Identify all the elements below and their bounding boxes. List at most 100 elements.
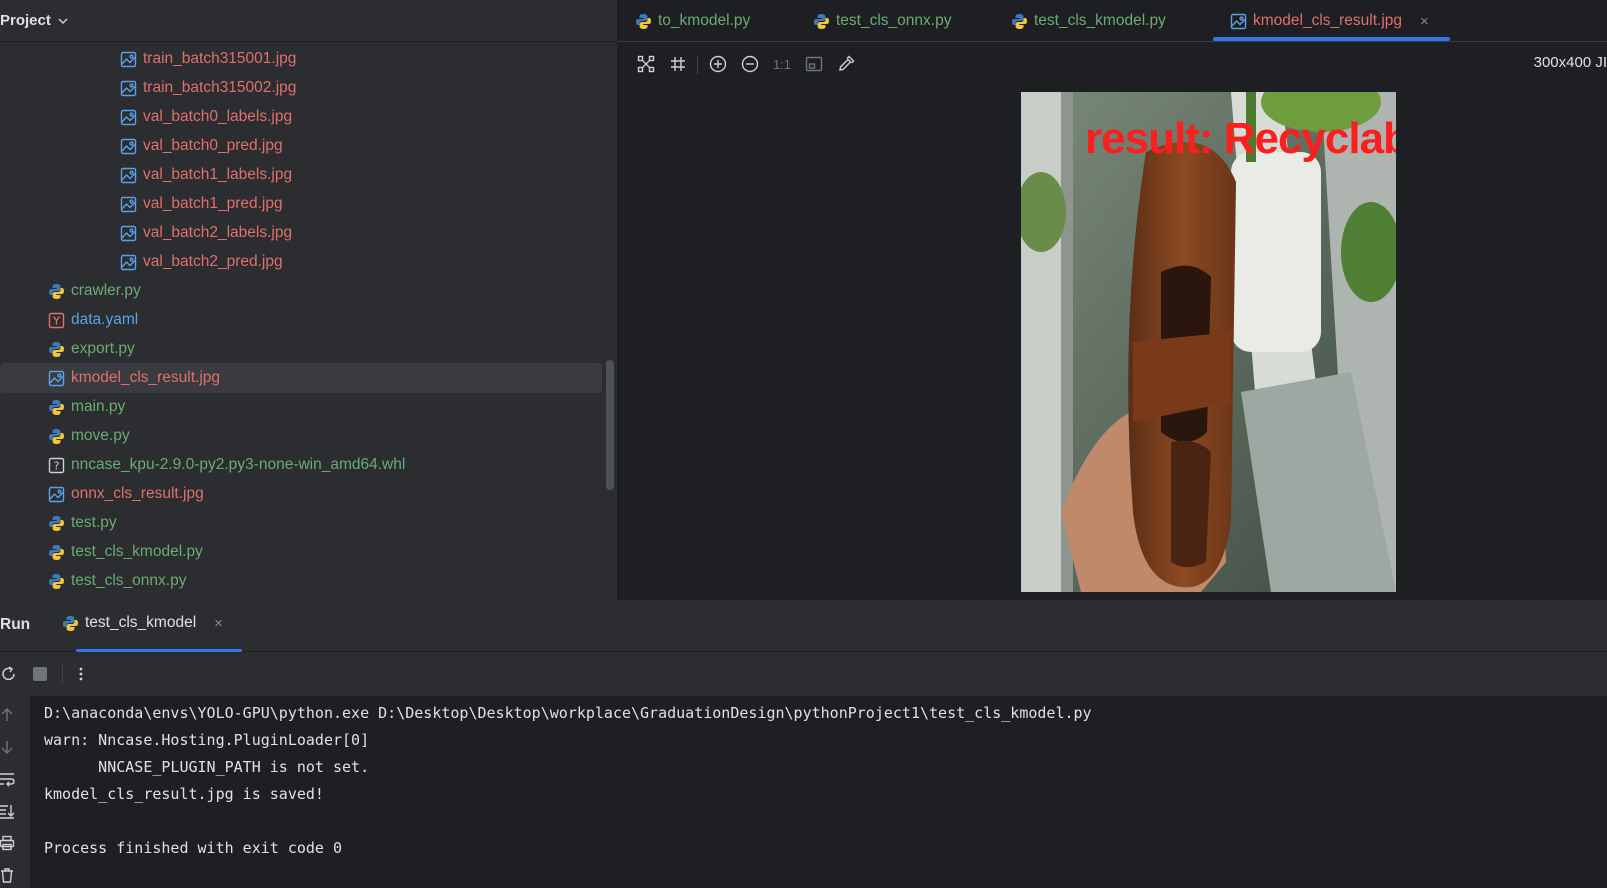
tree-item-data-yaml[interactable]: data.yaml: [0, 305, 602, 335]
image-icon: [120, 138, 137, 155]
stop-icon[interactable]: [29, 663, 51, 685]
close-icon[interactable]: ×: [214, 615, 223, 632]
actual-size-button[interactable]: 1:1: [771, 53, 793, 75]
chevron-down-icon[interactable]: [57, 15, 69, 27]
project-scrollbar[interactable]: [606, 360, 614, 490]
svg-text:?: ?: [54, 459, 60, 472]
run-panel: Run test_cls_kmodel × D:\anaconda\envs\Y…: [0, 600, 1607, 888]
image-icon: [48, 370, 65, 387]
editor-tab-bar: to_kmodel.py test_cls_onnx.py test_cls_k…: [617, 0, 1607, 42]
python-icon: [48, 573, 65, 590]
fit-window-icon[interactable]: [803, 53, 825, 75]
tree-item-val-batch2-labels[interactable]: val_batch2_labels.jpg: [0, 218, 602, 248]
tree-item-kmodel-cls-result[interactable]: kmodel_cls_result.jpg: [0, 363, 602, 393]
console-line: kmodel_cls_result.jpg is saved!: [44, 785, 324, 803]
tree-item-label: val_batch2_pred.jpg: [143, 253, 283, 270]
tree-item-train-batch315002[interactable]: train_batch315002.jpg: [0, 73, 602, 103]
tree-item-val-batch1-pred[interactable]: val_batch1_pred.jpg: [0, 189, 602, 219]
tab-test-cls-kmodel[interactable]: test_cls_kmodel.py: [1011, 0, 1166, 42]
tree-item-export[interactable]: export.py: [0, 334, 602, 364]
tab-label: test_cls_kmodel.py: [1034, 12, 1166, 29]
tree-item-val-batch0-pred[interactable]: val_batch0_pred.jpg: [0, 131, 602, 161]
tree-item-main[interactable]: main.py: [0, 392, 602, 422]
tab-to-kmodel[interactable]: to_kmodel.py: [635, 0, 750, 42]
console-line: NNCASE_PLUGIN_PATH is not set.: [44, 758, 370, 776]
python-icon: [48, 341, 65, 358]
tree-item-test-cls-kmodel[interactable]: test_cls_kmodel.py: [0, 537, 602, 567]
image-icon: [120, 51, 137, 68]
run-tab-label: test_cls_kmodel: [85, 614, 197, 631]
tree-item-label: test.py: [71, 514, 117, 531]
tree-item-label: val_batch0_labels.jpg: [143, 108, 293, 125]
tab-label: to_kmodel.py: [658, 12, 751, 29]
image-preview: result: Recyclab: [1021, 92, 1396, 592]
tree-item-label: train_batch315001.jpg: [143, 50, 297, 67]
tree-item-label: val_batch1_labels.jpg: [143, 166, 293, 183]
yaml-icon: [48, 312, 65, 329]
tree-item-nncase-whl[interactable]: ? nncase_kpu-2.9.0-py2.py3-none-win_amd64…: [0, 450, 602, 480]
image-icon: [120, 109, 137, 126]
python-icon: [635, 13, 652, 30]
tab-kmodel-cls-result[interactable]: kmodel_cls_result.jpg ×: [1230, 0, 1429, 42]
soft-wrap-icon[interactable]: [0, 768, 18, 790]
tree-item-crawler[interactable]: crawler.py: [0, 276, 602, 306]
trash-icon[interactable]: [0, 864, 18, 886]
tab-test-cls-onnx[interactable]: test_cls_onnx.py: [813, 0, 951, 42]
more-options-icon[interactable]: [70, 663, 92, 685]
python-icon: [48, 515, 65, 532]
close-icon[interactable]: ×: [1420, 13, 1429, 30]
console-line: D:\anaconda\envs\YOLO-GPU\python.exe D:\…: [44, 704, 1092, 722]
tree-item-train-batch315001[interactable]: train_batch315001.jpg: [0, 44, 602, 74]
run-toolbar: [0, 652, 1607, 696]
tree-item-label: data.yaml: [71, 311, 139, 328]
tree-item-label: onnx_cls_result.jpg: [71, 485, 204, 502]
tree-item-label: export.py: [71, 340, 135, 357]
arrow-up-icon[interactable]: [0, 704, 18, 726]
image-size-label: 300x400 JI: [1533, 54, 1607, 71]
tree-item-val-batch1-labels[interactable]: val_batch1_labels.jpg: [0, 160, 602, 190]
python-icon: [1011, 13, 1028, 30]
tree-item-label: kmodel_cls_result.jpg: [71, 369, 221, 386]
unknown-file-icon: ?: [48, 457, 65, 474]
color-picker-icon[interactable]: [835, 53, 857, 75]
run-side-toolbar: [0, 696, 30, 888]
console-line: Process finished with exit code 0: [44, 839, 343, 857]
tree-item-val-batch0-labels[interactable]: val_batch0_labels.jpg: [0, 102, 602, 132]
image-icon: [120, 196, 137, 213]
console-output[interactable]: D:\anaconda\envs\YOLO-GPU\python.exe D:\…: [30, 696, 1607, 888]
print-icon[interactable]: [0, 832, 18, 854]
run-header: Run test_cls_kmodel ×: [0, 600, 1607, 652]
project-tree: train_batch315001.jpg train_batch315002.…: [0, 44, 617, 600]
arrow-down-icon[interactable]: [0, 736, 18, 758]
tree-item-test[interactable]: test.py: [0, 508, 602, 538]
fit-screen-icon[interactable]: [635, 53, 657, 75]
rerun-icon[interactable]: [0, 663, 20, 685]
tree-item-label: test_cls_kmodel.py: [71, 543, 203, 560]
tab-label: kmodel_cls_result.jpg: [1253, 12, 1403, 29]
image-icon: [1230, 13, 1247, 30]
tree-item-label: main.py: [71, 398, 126, 415]
image-icon: [120, 167, 137, 184]
image-overlay-text: result: Recyclab: [1085, 114, 1396, 163]
project-title[interactable]: Project: [0, 12, 51, 29]
toolbar-separator: [697, 56, 698, 74]
tree-item-label: train_batch315002.jpg: [143, 79, 297, 96]
tree-item-test-cls-onnx[interactable]: test_cls_onnx.py: [0, 566, 602, 596]
tree-item-label: test_cls_onnx.py: [71, 572, 187, 589]
python-icon: [48, 428, 65, 445]
grid-icon[interactable]: [667, 53, 689, 75]
image-icon: [120, 254, 137, 271]
run-title: Run: [0, 616, 31, 633]
active-tab-indicator: [1213, 37, 1450, 41]
zoom-in-icon[interactable]: [707, 53, 729, 75]
tree-item-onnx-cls-result[interactable]: onnx_cls_result.jpg: [0, 479, 602, 509]
image-icon: [120, 80, 137, 97]
tree-item-move[interactable]: move.py: [0, 421, 602, 451]
tree-item-label: move.py: [71, 427, 130, 444]
zoom-out-icon[interactable]: [739, 53, 761, 75]
scroll-to-end-icon[interactable]: [0, 800, 18, 822]
image-toolbar: 1:1: [617, 44, 1607, 84]
python-icon: [48, 544, 65, 561]
tree-item-val-batch2-pred[interactable]: val_batch2_pred.jpg: [0, 247, 602, 277]
run-tab[interactable]: test_cls_kmodel ×: [62, 614, 223, 632]
